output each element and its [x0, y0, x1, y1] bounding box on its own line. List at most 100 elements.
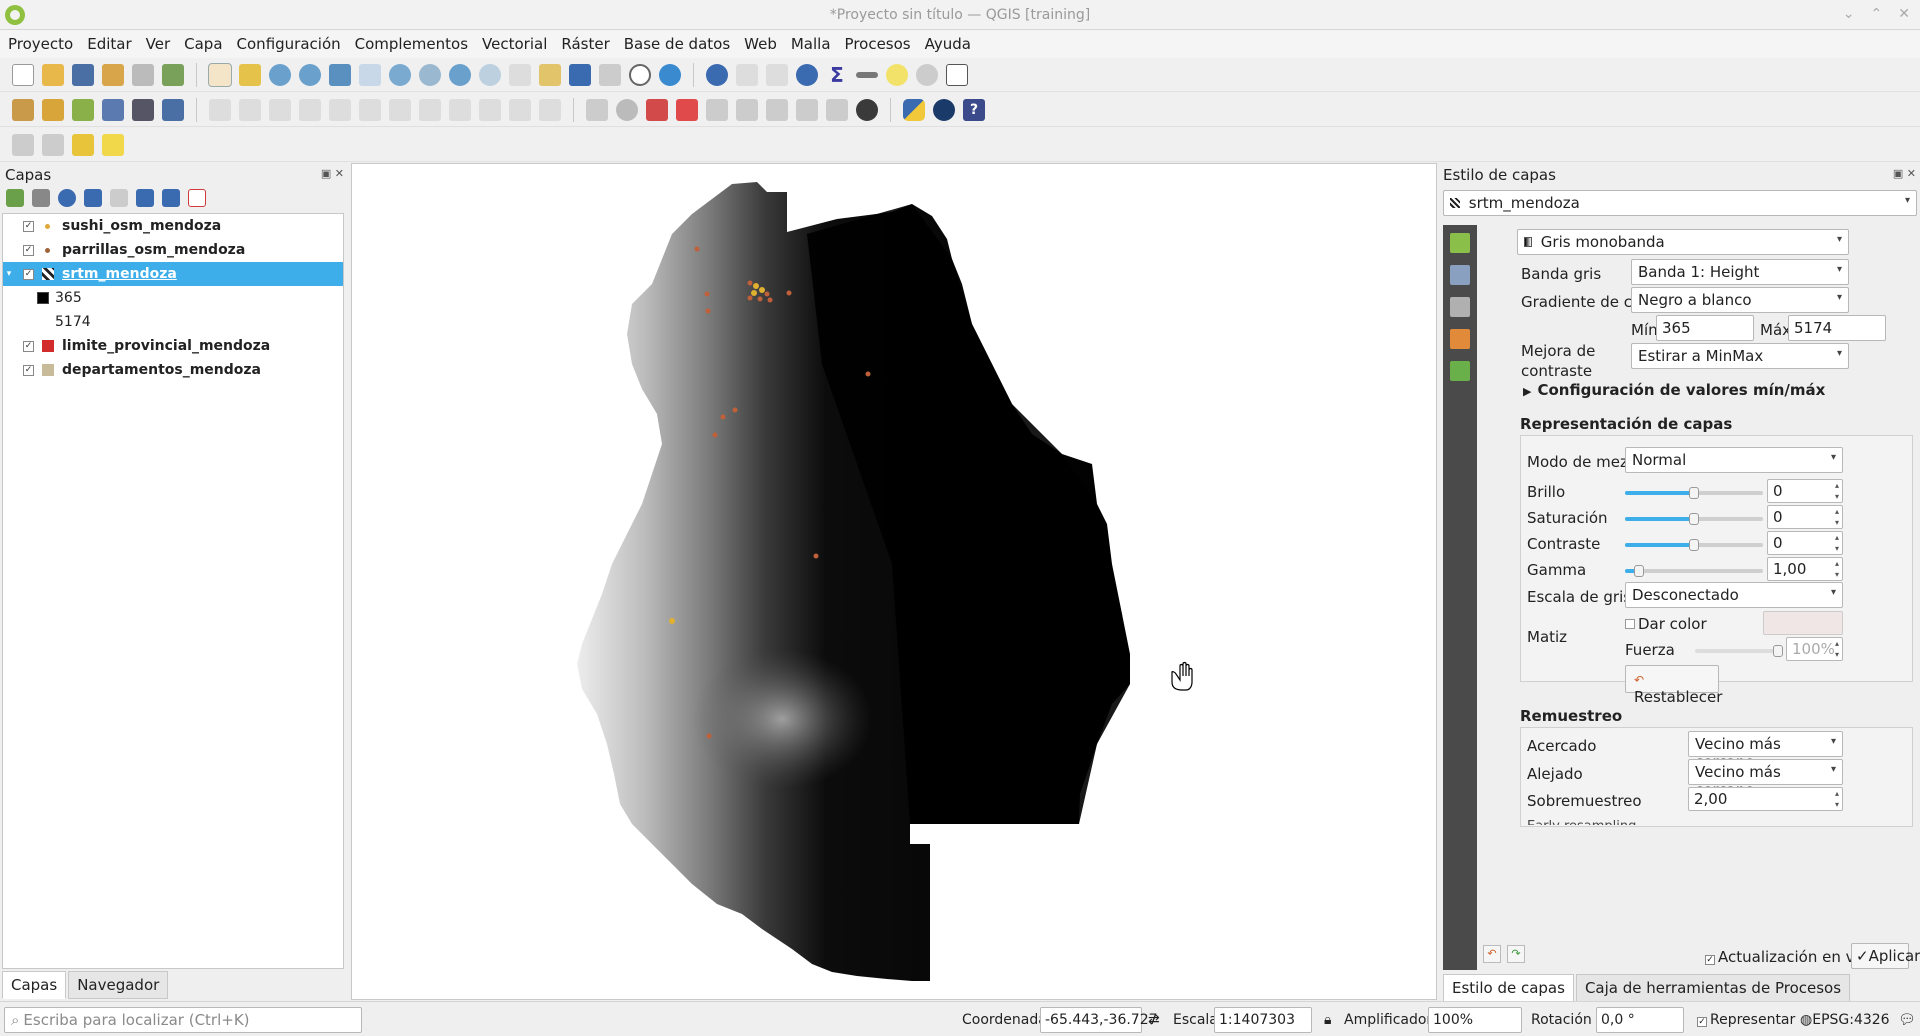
layer-item-parrillas[interactable]: ✓ parrillas_osm_mendoza	[3, 238, 343, 262]
brightness-slider[interactable]	[1625, 487, 1763, 499]
saturation-slider[interactable]	[1625, 513, 1763, 525]
filter-expression-icon[interactable]	[110, 189, 128, 207]
open-project-icon[interactable]	[42, 63, 64, 86]
label-tool-icon[interactable]	[586, 98, 608, 121]
add-raster-icon[interactable]	[132, 98, 154, 121]
gray-band-combo[interactable]: Banda 1: Height	[1631, 259, 1849, 285]
panel-float-close-icon[interactable]: ▣ ✕	[1893, 167, 1916, 180]
refresh-icon[interactable]	[659, 63, 681, 86]
tab-estilo-de-capas[interactable]: Estilo de capas	[1443, 974, 1574, 1002]
style-manager-icon[interactable]	[162, 63, 184, 86]
menu-proyecto[interactable]: Proyecto	[8, 35, 73, 53]
tab-caja-de-herramientas[interactable]: Caja de herramientas de Procesos	[1575, 974, 1851, 1002]
label-rotate-icon[interactable]	[766, 98, 788, 121]
measure-icon[interactable]	[856, 71, 878, 78]
reset-button[interactable]: ↶ Restablecer	[1625, 665, 1722, 706]
zoomed-in-combo[interactable]: Vecino más cercano	[1688, 731, 1843, 771]
slider-knob[interactable]	[1773, 645, 1783, 657]
help-icon[interactable]: ?	[963, 98, 985, 121]
gamma-slider[interactable]	[1625, 565, 1763, 577]
menu-ver[interactable]: Ver	[146, 35, 171, 53]
menu-ayuda[interactable]: Ayuda	[925, 35, 971, 53]
toggle-edit-icon[interactable]	[209, 98, 231, 121]
slider-knob[interactable]	[1689, 487, 1699, 499]
close-icon[interactable]: ✕	[1898, 6, 1910, 22]
histogram-icon[interactable]	[1450, 297, 1470, 317]
plugin-globe-search-icon[interactable]	[856, 98, 878, 121]
show-bookmarks-icon[interactable]	[599, 63, 621, 86]
colorize-checkbox-row[interactable]: Dar color	[1625, 615, 1707, 633]
new-bookmark-icon[interactable]	[569, 63, 591, 86]
new-vector-layer-icon[interactable]	[72, 98, 94, 121]
messages-icon[interactable]: 💬︎	[1898, 1012, 1916, 1028]
undo-icon[interactable]	[509, 98, 531, 121]
data-source-manager-icon[interactable]	[12, 98, 34, 121]
label-highlight-icon[interactable]	[646, 98, 668, 121]
python-console-icon[interactable]	[903, 98, 925, 121]
add-feature-icon[interactable]	[299, 98, 321, 121]
minimize-icon[interactable]: ⌃	[1871, 6, 1883, 22]
layer-visibility-checkbox[interactable]: ✓	[23, 220, 34, 232]
zoom-in-icon[interactable]	[269, 63, 291, 86]
coordinate-field[interactable]: -65.443,-36.727	[1040, 1007, 1158, 1033]
digitize-icon[interactable]	[102, 98, 124, 121]
collapse-arrow-icon[interactable]: ▾	[3, 269, 15, 279]
new-project-icon[interactable]	[12, 63, 34, 86]
manage-visibility-eye-icon[interactable]	[58, 189, 76, 207]
transparency-icon[interactable]	[1450, 265, 1470, 285]
strength-slider[interactable]	[1695, 645, 1783, 657]
open-styling-icon[interactable]	[6, 189, 24, 207]
contrast-input[interactable]: 0	[1767, 531, 1843, 555]
label-show-hide-icon[interactable]	[736, 98, 758, 121]
menu-web[interactable]: Web	[744, 35, 777, 53]
redo-icon[interactable]	[539, 98, 561, 121]
label-change-icon[interactable]	[796, 98, 818, 121]
zoom-out-icon[interactable]	[299, 63, 321, 86]
settings-gear-icon[interactable]	[796, 63, 818, 86]
menu-base-de-datos[interactable]: Base de datos	[624, 35, 730, 53]
new-3d-view-icon[interactable]	[539, 63, 561, 86]
label-pin-icon[interactable]	[616, 98, 638, 121]
zoom-full-icon[interactable]	[329, 63, 351, 86]
select-by-expression-icon[interactable]	[102, 133, 124, 156]
select-by-value-icon[interactable]	[42, 133, 64, 156]
colorize-color-button[interactable]	[1763, 611, 1843, 635]
deselect-all-icon[interactable]	[72, 133, 94, 156]
copy-icon[interactable]	[449, 98, 471, 121]
pan-map-icon[interactable]	[208, 62, 232, 87]
renderer-type-combo[interactable]: Gris monobanda	[1517, 229, 1849, 255]
max-input[interactable]: 5174	[1788, 315, 1886, 341]
text-annotation-icon[interactable]	[946, 63, 968, 86]
identify-icon[interactable]	[706, 63, 728, 86]
zoom-to-selection-icon[interactable]	[359, 63, 381, 86]
add-layer-icon[interactable]	[42, 98, 64, 121]
attribute-table-icon[interactable]	[736, 63, 758, 86]
zoomed-out-combo[interactable]: Vecino más cercano	[1688, 759, 1843, 799]
symbology-brush-icon[interactable]	[1450, 233, 1470, 253]
oversampling-input[interactable]: 2,00	[1688, 787, 1843, 811]
save-project-icon[interactable]	[72, 63, 94, 86]
coordinate-toggle-icon[interactable]: ⇄	[1148, 1012, 1160, 1028]
contrast-slider[interactable]	[1625, 539, 1763, 551]
menu-complementos[interactable]: Complementos	[355, 35, 468, 53]
new-print-layout-icon[interactable]	[102, 63, 124, 86]
menu-capa[interactable]: Capa	[184, 35, 222, 53]
layer-item-departamentos[interactable]: ✓ departamentos_mendoza	[3, 358, 343, 382]
select-features-icon[interactable]	[12, 133, 34, 156]
layer-item-sushi[interactable]: ✓ sushi_osm_mendoza	[3, 214, 343, 238]
locator-search-icon[interactable]	[916, 63, 938, 86]
expand-all-icon[interactable]	[136, 189, 154, 207]
strength-input[interactable]: 100%	[1786, 637, 1843, 661]
panel-float-close-icon[interactable]: ▣ ✕	[321, 167, 344, 180]
zoom-last-icon[interactable]	[449, 63, 471, 86]
cut-icon[interactable]	[419, 98, 441, 121]
layer-visibility-checkbox[interactable]: ✓	[23, 340, 34, 352]
zoom-to-layer-icon[interactable]	[389, 63, 411, 86]
layer-visibility-checkbox[interactable]: ✓	[23, 268, 34, 280]
magnifier-input[interactable]: 100%	[1428, 1007, 1522, 1033]
remove-layer-icon[interactable]	[188, 189, 206, 207]
blend-mode-combo[interactable]: Normal	[1625, 447, 1843, 473]
label-move-icon[interactable]	[706, 98, 728, 121]
collapse-icon[interactable]: ⌄	[1843, 6, 1855, 22]
menu-raster[interactable]: Ráster	[561, 35, 609, 53]
